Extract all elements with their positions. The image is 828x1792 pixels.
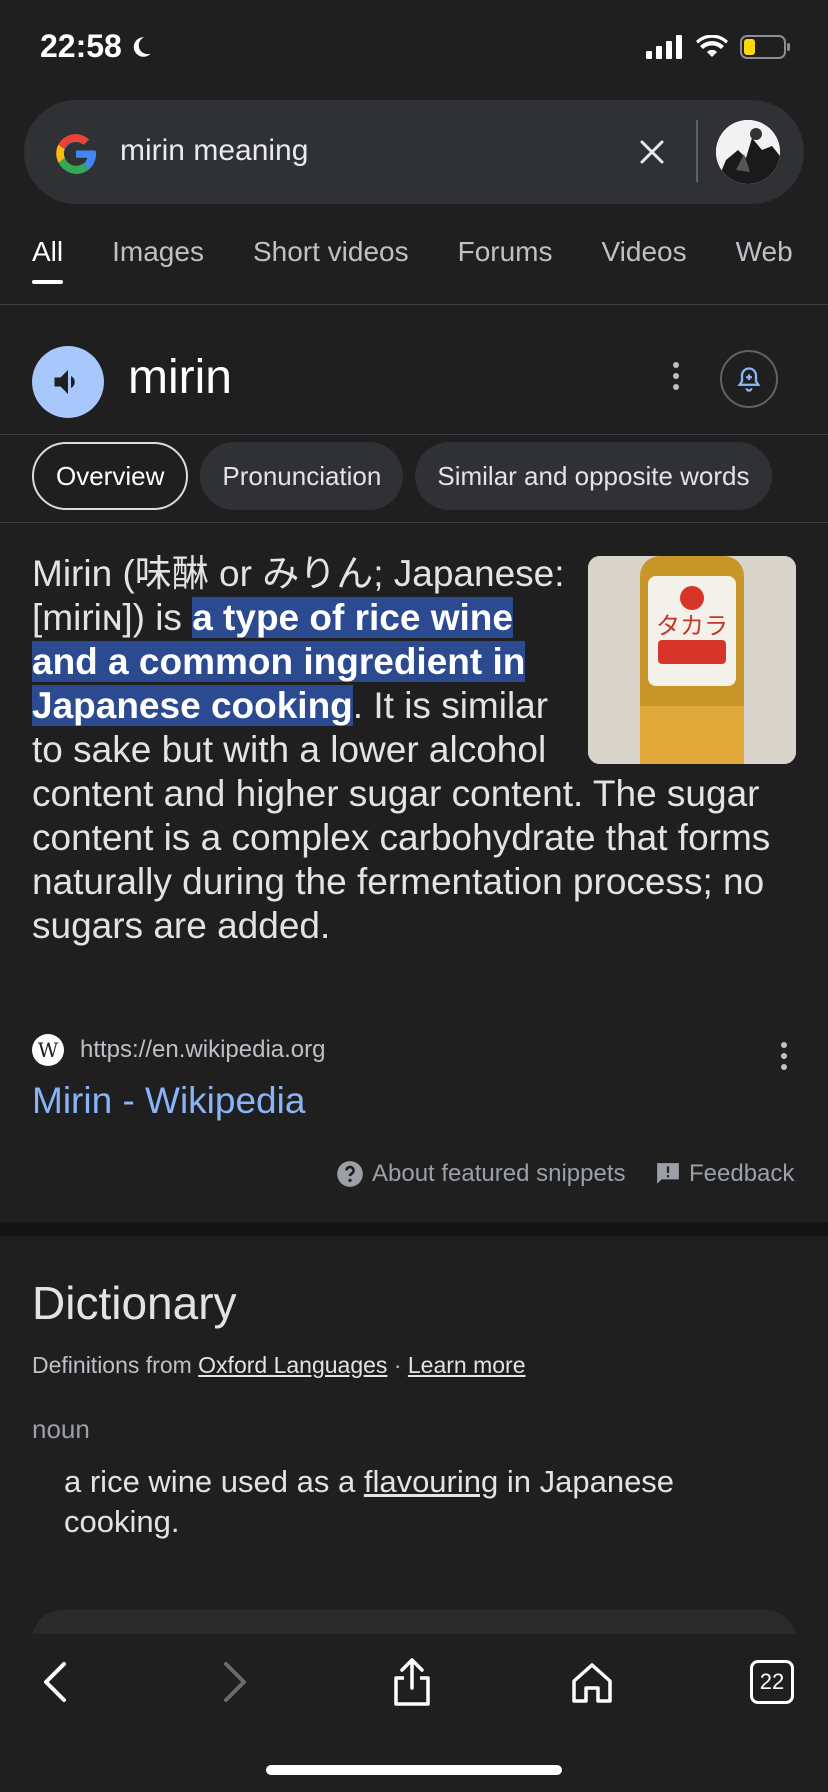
result-options-icon[interactable] xyxy=(776,1040,792,1072)
speaker-icon xyxy=(54,370,75,394)
search-tabs: All Images Short videos Forums Videos We… xyxy=(32,236,793,284)
back-button[interactable] xyxy=(24,1650,88,1714)
tabs-button[interactable]: 22 xyxy=(740,1650,804,1714)
tab-forums[interactable]: Forums xyxy=(458,236,553,268)
clear-search-button[interactable] xyxy=(628,128,676,176)
share-button[interactable] xyxy=(380,1650,444,1714)
chip-overview[interactable]: Overview xyxy=(32,442,189,510)
help-icon xyxy=(337,1161,363,1187)
wifi-icon xyxy=(696,35,728,57)
chip-similar-words[interactable]: Similar and opposite words xyxy=(415,442,772,510)
definition-before: a rice wine used as a xyxy=(64,1464,364,1499)
status-indicators xyxy=(646,34,792,60)
definition-text: a rice wine used as a flavouring in Japa… xyxy=(64,1462,764,1542)
part-of-speech: noun xyxy=(32,1414,90,1444)
mirin-bottle-image[interactable]: タカラ xyxy=(588,556,796,764)
tab-all[interactable]: All xyxy=(32,236,64,284)
tab-short-videos[interactable]: Short videos xyxy=(253,236,409,268)
more-options-icon[interactable] xyxy=(668,360,684,392)
word-title: mirin xyxy=(128,351,232,404)
header-divider xyxy=(0,434,828,435)
search-input[interactable]: mirin meaning xyxy=(120,134,308,168)
source-url[interactable]: https://en.wikipedia.org xyxy=(80,1036,325,1064)
featured-snippet: タカラ Mirin (味醂 or みりん; Japanese: [miriɴ])… xyxy=(32,552,796,948)
svg-text:タカラ: タカラ xyxy=(656,612,728,640)
tab-count-badge: 22 xyxy=(750,1660,794,1704)
battery-icon xyxy=(740,35,790,59)
dictionary-source: Definitions from Oxford Languages · Lear… xyxy=(32,1352,526,1379)
google-logo-icon xyxy=(56,134,96,174)
oxford-languages-link[interactable]: Oxford Languages xyxy=(198,1352,387,1378)
chip-pronunciation[interactable]: Pronunciation xyxy=(200,442,404,510)
bottle-picture: タカラ xyxy=(588,556,796,764)
search-divider xyxy=(696,120,698,182)
home-icon xyxy=(572,1663,612,1703)
forward-button[interactable] xyxy=(202,1650,266,1714)
feedback-link[interactable]: Feedback xyxy=(655,1160,794,1188)
tabs-divider xyxy=(0,304,828,305)
chips-divider xyxy=(0,522,828,523)
feedback-icon xyxy=(657,1163,679,1184)
source-title-link[interactable]: Mirin - Wikipedia xyxy=(32,1080,305,1122)
source-separator: · xyxy=(393,1352,402,1378)
tab-videos[interactable]: Videos xyxy=(602,236,687,268)
bell-add-icon xyxy=(737,367,761,392)
cellular-signal-icon xyxy=(646,35,682,59)
tab-images[interactable]: Images xyxy=(112,236,204,268)
about-snippets-link[interactable]: About featured snippets xyxy=(336,1160,626,1188)
avatar-image xyxy=(716,120,780,184)
moon-icon xyxy=(133,36,151,57)
about-snippets-label: About featured snippets xyxy=(372,1160,626,1187)
section-separator xyxy=(0,1222,828,1236)
account-avatar[interactable] xyxy=(716,120,780,184)
tab-web[interactable]: Web xyxy=(736,236,793,268)
chevron-left-icon xyxy=(44,1662,66,1702)
dictionary-title: Dictionary xyxy=(32,1277,237,1329)
wikipedia-icon: W xyxy=(32,1034,64,1066)
pronounce-button[interactable] xyxy=(32,346,104,418)
clock-text: 22:58 xyxy=(40,28,122,64)
chip-row: Overview Pronunciation Similar and oppos… xyxy=(32,442,772,510)
flavouring-link[interactable]: flavouring xyxy=(364,1464,498,1499)
learn-more-link[interactable]: Learn more xyxy=(408,1352,526,1378)
follow-button[interactable] xyxy=(720,350,778,408)
status-time: 22:58 xyxy=(40,28,154,65)
chevron-right-icon xyxy=(224,1662,246,1702)
home-indicator xyxy=(266,1765,562,1775)
share-icon xyxy=(394,1658,430,1706)
feedback-label: Feedback xyxy=(689,1160,795,1187)
definitions-from-label: Definitions from xyxy=(32,1352,192,1378)
close-icon xyxy=(640,140,664,164)
home-button[interactable] xyxy=(560,1650,624,1714)
